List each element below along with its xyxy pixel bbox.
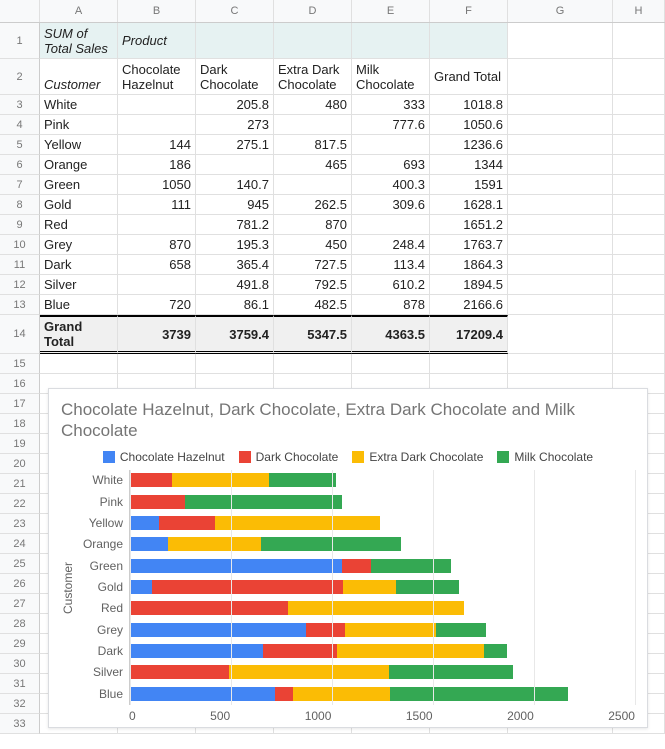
table-row: 10Grey870195.3450248.41763.7 (0, 235, 665, 255)
bar-row (130, 601, 635, 615)
plot-area (129, 470, 635, 705)
table-row: 5Yellow144275.1817.51236.6 (0, 135, 665, 155)
chart-title: Chocolate Hazelnut, Dark Chocolate, Extr… (61, 399, 635, 442)
chart[interactable]: Chocolate Hazelnut, Dark Chocolate, Extr… (48, 388, 648, 728)
table-row: 9Red781.28701651.2 (0, 215, 665, 235)
x-axis-ticks: 05001000150020002500 (129, 705, 635, 723)
chart-legend: Chocolate Hazelnut Dark Chocolate Extra … (61, 450, 635, 464)
table-row: 6Orange1864656931344 (0, 155, 665, 175)
pivot-header-row-2: 2 Customer Chocolate Hazelnut Dark Choco… (0, 59, 665, 95)
grand-total-row: 14 Grand Total 3739 3759.4 5347.5 4363.5… (0, 315, 665, 354)
table-row: 8Gold111945262.5309.61628.1 (0, 195, 665, 215)
pivot-header-row-1: 1 SUM of Total Sales Product (0, 23, 665, 59)
bar-row (130, 687, 635, 701)
table-row: 7Green1050140.7400.31591 (0, 175, 665, 195)
bar-row (130, 516, 635, 530)
table-row: 4Pink273777.61050.6 (0, 115, 665, 135)
bar-row (130, 665, 635, 679)
table-row: 12Silver491.8792.5610.21894.5 (0, 275, 665, 295)
bar-row (130, 580, 635, 594)
table-row: 11Dark658365.4727.5113.41864.3 (0, 255, 665, 275)
spreadsheet[interactable]: ABCD EFGH 1 SUM of Total Sales Product 2… (0, 0, 665, 734)
bar-row (130, 473, 635, 487)
bar-row (130, 495, 635, 509)
column-headers: ABCD EFGH (0, 0, 665, 23)
bar-row (130, 537, 635, 551)
table-row: 3White205.84803331018.8 (0, 95, 665, 115)
col-field-label[interactable]: Product (118, 23, 196, 59)
y-axis-label: Customer (61, 470, 79, 705)
measure-label[interactable]: SUM of Total Sales (40, 23, 118, 59)
bar-row (130, 559, 635, 573)
bar-row (130, 623, 635, 637)
y-axis-categories: WhitePinkYellowOrangeGreenGoldRedGreyDar… (79, 470, 129, 705)
table-row: 13Blue72086.1482.58782166.6 (0, 295, 665, 315)
bar-row (130, 644, 635, 658)
row-field-label[interactable]: Customer (40, 59, 118, 95)
